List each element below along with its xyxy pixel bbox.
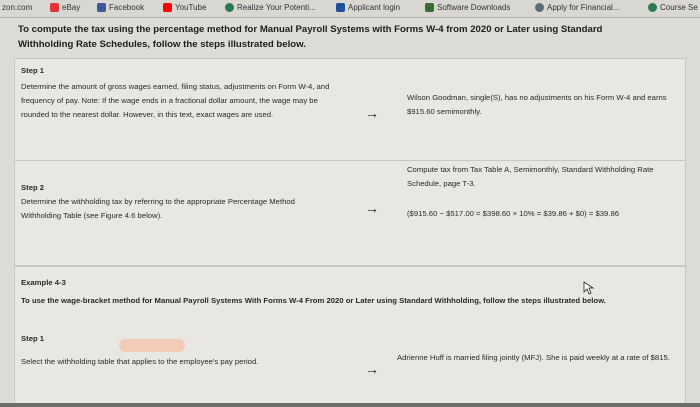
bookmark-realize[interactable]: Realize Your Potenti...	[225, 3, 316, 12]
bookmark-apply-financial[interactable]: Apply for Financial...	[535, 3, 619, 12]
bookmark-course[interactable]: Course Se	[648, 3, 698, 12]
bookmark-label: zon.com	[2, 3, 33, 12]
bookmark-youtube[interactable]: YouTube	[163, 3, 206, 12]
bookmark-label: Applicant login	[348, 3, 401, 12]
bookmark-label: Course Se	[660, 3, 698, 12]
arrow-right-icon: →	[365, 105, 379, 121]
facebook-icon	[97, 3, 106, 12]
step2-calculation: ($915.60 − $517.00 = $398.60 × 10% = $39…	[407, 209, 620, 218]
ebay-icon	[50, 3, 59, 12]
example-employee-info: Adrienne Huff is married filing jointly …	[397, 353, 670, 362]
youtube-icon	[163, 3, 172, 12]
course-icon	[648, 3, 657, 12]
example-instructions: Select the withholding table that applie…	[21, 357, 259, 366]
step2-label: Step 2	[21, 183, 45, 192]
bookmarks-bar: zon.com eBay Facebook YouTube Realize Yo…	[0, 0, 700, 18]
bookmark-label: Apply for Financial...	[547, 3, 620, 12]
document-page: To compute the tax using the percentage …	[0, 18, 700, 407]
step1-card: Step 1 Determine the amount of gross wag…	[14, 58, 686, 162]
bookmark-label: eBay	[62, 3, 81, 12]
step2-example-top: Compute tax from Tax Table A, Semimonthl…	[407, 165, 654, 188]
example-intro: To use the wage-bracket method for Manua…	[21, 296, 606, 305]
arrow-right-icon: →	[365, 361, 379, 377]
example-heading: Example 4-3	[21, 278, 66, 287]
step2-card: Compute tax from Tax Table A, Semimonthl…	[14, 160, 686, 266]
realize-icon	[225, 3, 234, 12]
step1-label: Step 1	[21, 66, 45, 75]
step2-instructions: Determine the withholding tax by referri…	[21, 197, 295, 220]
example-step-label: Step 1	[21, 334, 45, 343]
step1-instructions: Determine the amount of gross wages earn…	[21, 82, 330, 119]
bottom-edge	[0, 403, 700, 407]
bookmark-facebook[interactable]: Facebook	[97, 3, 144, 12]
bookmark-label: Software Downloads	[437, 3, 511, 12]
software-downloads-icon	[425, 3, 434, 12]
redaction-highlight	[119, 339, 185, 352]
arrow-right-icon: →	[365, 200, 379, 216]
bookmark-label: Realize Your Potenti...	[237, 3, 316, 12]
mouse-cursor-icon	[583, 281, 595, 295]
apply-financial-icon	[535, 3, 544, 12]
page-title: To compute the tax using the percentage …	[18, 24, 603, 50]
applicant-login-icon	[336, 3, 345, 12]
bookmark-applicant-login[interactable]: Applicant login	[336, 3, 400, 12]
bookmark-label: Facebook	[109, 3, 145, 12]
step1-example: Wilson Goodman, single(S), has no adjust…	[407, 93, 667, 116]
bookmark-ebay[interactable]: eBay	[50, 3, 80, 12]
bookmark-software-downloads[interactable]: Software Downloads	[425, 3, 510, 12]
bookmark-amazon[interactable]: zon.com	[2, 3, 32, 12]
bookmark-label: YouTube	[175, 3, 207, 12]
